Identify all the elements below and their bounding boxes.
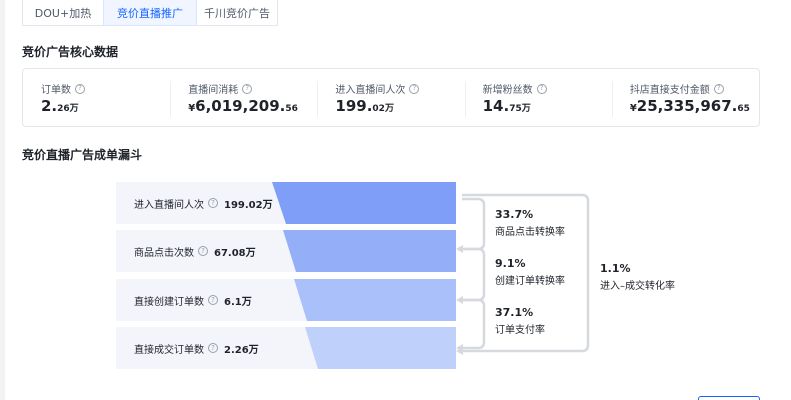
arrow-head [456,245,463,253]
funnel-shape-3 [294,279,456,321]
funnel-shape-4 [305,327,456,369]
arrow-head [456,296,463,304]
funnel-shape-2 [283,230,456,272]
bottom-right-button[interactable] [698,396,760,400]
bracket-arrows [456,245,463,355]
tab-bidding-live-promotion[interactable]: 竞价直播推广 [103,0,197,26]
conversion-overall-rate: 1.1% 进入–成交转化率 [600,262,675,292]
bracket-3 [462,298,486,350]
funnel-shape-1 [272,182,456,224]
conversion-click-rate: 33.7% 商品点击转换率 [495,208,565,238]
conversion-order-payment-rate: 37.1% 订单支付率 [495,306,545,336]
funnel-graphic [272,182,590,369]
bracket-2 [462,247,486,302]
bracket-1 [462,197,486,251]
conversion-order-create-rate: 9.1% 创建订单转换率 [495,257,565,287]
